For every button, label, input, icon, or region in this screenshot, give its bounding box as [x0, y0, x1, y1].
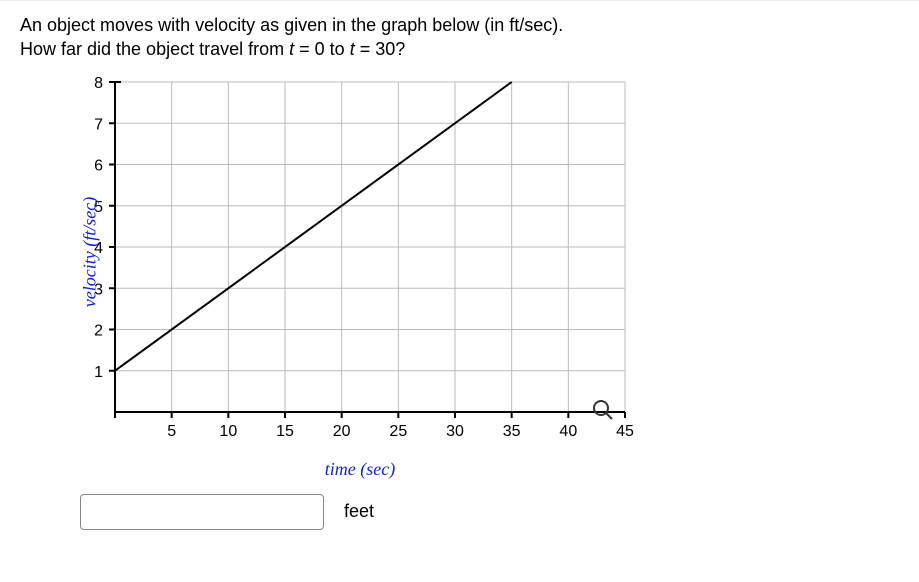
answer-input[interactable] — [80, 494, 324, 530]
svg-text:2: 2 — [94, 322, 103, 339]
svg-text:45: 45 — [616, 423, 634, 440]
answer-unit: feet — [344, 501, 374, 522]
svg-text:7: 7 — [94, 116, 103, 133]
svg-text:6: 6 — [94, 157, 103, 174]
svg-text:8: 8 — [94, 75, 103, 92]
svg-text:10: 10 — [219, 423, 237, 440]
svg-text:40: 40 — [559, 423, 577, 440]
velocity-chart: velocity (ft/sec) time (sec) 51015202530… — [80, 72, 640, 432]
chart-wrap: velocity (ft/sec) time (sec) 5 10 15 20 25 30… — [20, 72, 899, 530]
svg-text:1: 1 — [94, 363, 103, 380]
svg-text:25: 25 — [389, 423, 407, 440]
chart-svg: 5101520253035404512345678 — [80, 72, 640, 452]
question-line1: An object moves with velocity as given i… — [20, 15, 563, 35]
answer-row: feet — [80, 494, 899, 530]
question-eq2: = 30? — [355, 39, 406, 59]
svg-text:15: 15 — [276, 423, 294, 440]
svg-text:20: 20 — [333, 423, 351, 440]
question-eq1: = 0 to — [294, 39, 350, 59]
svg-text:35: 35 — [503, 423, 521, 440]
question-line2-pre: How far did the object travel from — [20, 39, 289, 59]
y-axis-label: velocity (ft/sec) — [80, 196, 101, 306]
problem-container: An object moves with velocity as given i… — [0, 0, 919, 582]
svg-text:5: 5 — [167, 423, 176, 440]
zoom-icon[interactable] — [591, 398, 615, 422]
question-text: An object moves with velocity as given i… — [20, 13, 899, 62]
svg-text:30: 30 — [446, 423, 464, 440]
x-axis-label: time (sec) — [325, 459, 395, 480]
